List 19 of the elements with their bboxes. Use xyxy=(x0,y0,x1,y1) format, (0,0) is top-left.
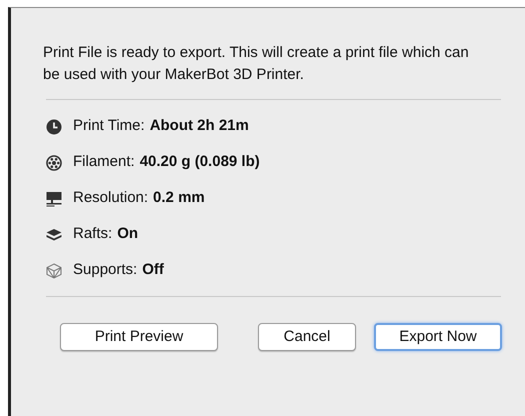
dialog-button[interactable]: Print Preview xyxy=(60,323,218,351)
detail-value: On xyxy=(117,224,138,244)
cube-frame-icon xyxy=(46,262,62,278)
detail-value: About 2h 21m xyxy=(150,116,249,136)
clock-icon xyxy=(46,118,62,134)
detail-value: 0.2 mm xyxy=(153,188,205,208)
default-button[interactable]: Export Now xyxy=(374,323,502,351)
detail-label: Rafts: xyxy=(73,224,112,244)
monitor-icon xyxy=(46,190,62,206)
detail-label: Print Time: xyxy=(73,116,145,136)
detail-label: Filament: xyxy=(73,152,135,172)
detail-label: Resolution: xyxy=(73,188,148,208)
message-text: Print File is ready to export. This will create a print file which can be used with your MakerBot 3D Printer. xyxy=(43,43,470,85)
dialog-button[interactable]: Cancel xyxy=(258,323,356,351)
detail-label: Supports: xyxy=(73,260,138,280)
layers-icon xyxy=(46,228,62,242)
detail-value: Off xyxy=(142,260,164,280)
detail-value: 40.20 g (0.089 lb) xyxy=(140,152,260,172)
spool-icon xyxy=(46,154,62,170)
